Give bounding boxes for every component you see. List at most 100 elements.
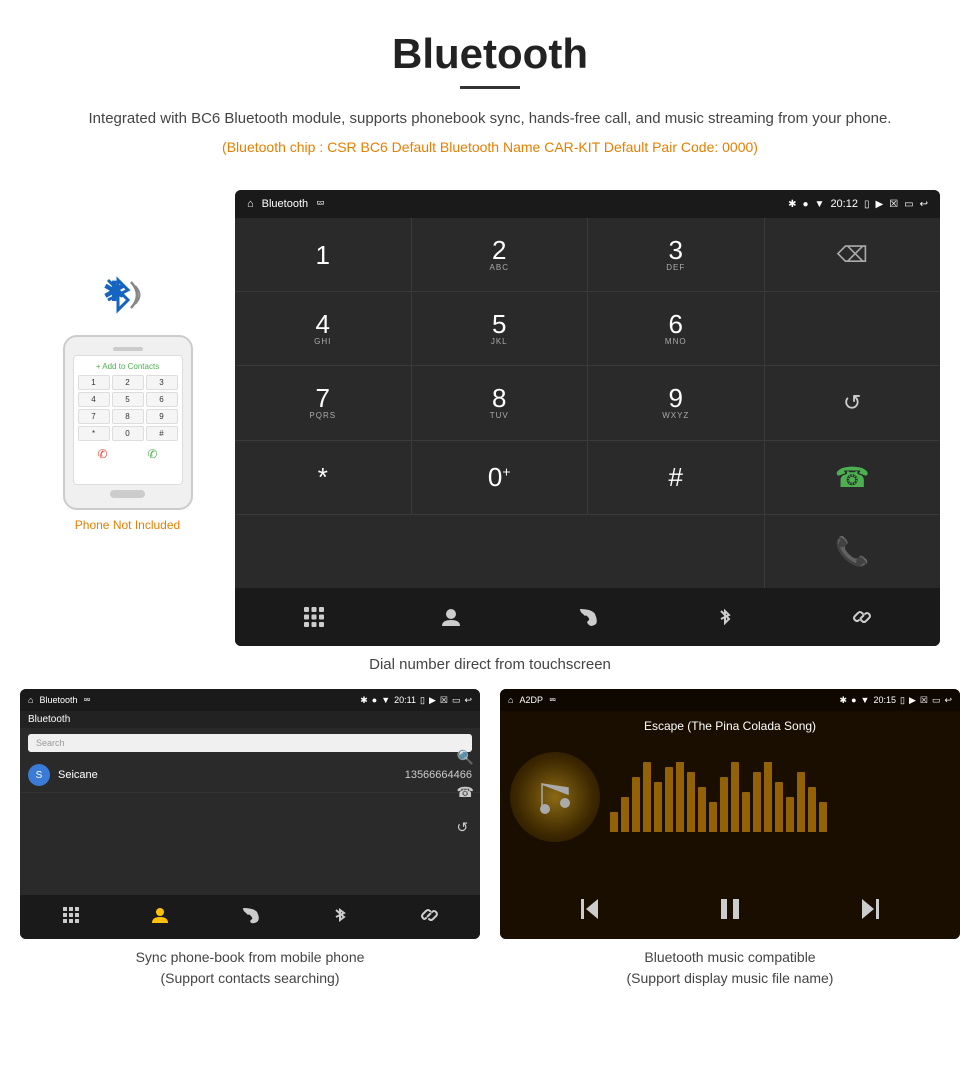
pb-bottom-bar: [20, 895, 480, 939]
pb-grid-icon[interactable]: [62, 906, 80, 929]
dial-key-1[interactable]: 1: [235, 218, 411, 291]
music-controls: [500, 887, 960, 937]
music-block: ⌂ A2DP ⮹ ✱ ● ▼ 20:15 ▯ ▶ ☒ ▭ ↩: [500, 689, 960, 989]
bluetooth-icon-area: ✱: [88, 270, 168, 330]
music-cam-icon: ▯: [900, 695, 905, 706]
eq-bars-container: [610, 762, 950, 832]
dial-key-6[interactable]: 6 MNO: [588, 292, 764, 365]
backspace-icon[interactable]: ⌫: [837, 242, 868, 268]
eq-bar: [731, 762, 739, 832]
pb-contact-initial: S: [36, 770, 43, 781]
pb-home-icon: ⌂: [28, 695, 33, 705]
phone-key-3: 3: [146, 375, 178, 390]
eq-bar: [709, 802, 717, 832]
prev-track-button[interactable]: [576, 895, 604, 929]
dial-key-5[interactable]: 5 JKL: [412, 292, 588, 365]
eq-bar: [621, 797, 629, 832]
dial-key-hash[interactable]: #: [588, 441, 764, 514]
eq-bar: [665, 767, 673, 832]
statusbar-app-name: Bluetooth: [262, 198, 308, 210]
phone-key-0: 0: [112, 426, 144, 441]
pb-title-bar: Bluetooth: [20, 711, 480, 728]
music-x-icon: ☒: [920, 695, 928, 706]
music-loc-icon: ●: [851, 695, 856, 705]
bluetooth-bottom-icon[interactable]: [705, 597, 745, 637]
eq-bar: [797, 772, 805, 832]
music-caption-text: Bluetooth music compatible(Support displ…: [627, 949, 834, 986]
bottom-screens: ⌂ Bluetooth ⮹ ✱ ● ▼ 20:11 ▯ ▶ ☒ ▭ ↩: [0, 689, 980, 1009]
pb-search-placeholder: Search: [36, 738, 65, 748]
dial-key-7[interactable]: 7 PQRS: [235, 366, 411, 439]
pb-phone-side-icon[interactable]: ☎: [457, 784, 474, 801]
music-content: [500, 737, 960, 857]
pb-sig-icon: ▼: [381, 695, 390, 705]
phone-key-6: 6: [146, 392, 178, 407]
pb-contact-row[interactable]: S Seicane 13566664466: [20, 758, 480, 793]
dial-key-star[interactable]: *: [235, 441, 411, 514]
pb-back-icon: ↩: [464, 695, 472, 706]
phone-key-5: 5: [112, 392, 144, 407]
dial-key-redial[interactable]: ↺: [765, 366, 941, 439]
dial-key-empty-2: [765, 292, 941, 365]
phone-end-icon: ✆: [97, 447, 107, 461]
end-call-icon: 📞: [835, 535, 870, 568]
dial-key-8[interactable]: 8 TUV: [412, 366, 588, 439]
pb-link-icon[interactable]: [420, 906, 438, 929]
phone-key-8: 8: [112, 409, 144, 424]
pb-bt-bottom-icon[interactable]: [331, 906, 349, 929]
phone-key-hash: #: [146, 426, 178, 441]
music-statusbar-left: ⌂ A2DP ⮹: [508, 695, 556, 706]
contacts-icon[interactable]: [431, 597, 471, 637]
dialpad-icon[interactable]: [294, 597, 334, 637]
pb-person-icon[interactable]: [151, 906, 169, 929]
pb-loc-icon: ●: [372, 695, 377, 705]
play-pause-button[interactable]: [716, 895, 744, 929]
phone-key-1: 1: [78, 375, 110, 390]
phone-call-icon: ✆: [147, 447, 157, 461]
music-home-icon: ⌂: [508, 695, 513, 705]
next-track-button[interactable]: [856, 895, 884, 929]
usb-icon: ⮹: [316, 198, 325, 211]
home-icon: ⌂: [247, 198, 254, 210]
phone-screen: + Add to Contacts 1 2 3 4 5 6 7 8 9 * 0 …: [73, 355, 183, 485]
pb-app-name: Bluetooth: [39, 695, 77, 705]
pb-statusbar: ⌂ Bluetooth ⮹ ✱ ● ▼ 20:11 ▯ ▶ ☒ ▭ ↩: [20, 689, 480, 711]
eq-bar: [764, 762, 772, 832]
dial-key-2[interactable]: 2 ABC: [412, 218, 588, 291]
dial-statusbar: ⌂ Bluetooth ⮹ ✱ ● ▼ 20:12 ▯ ▶ ☒ ▭ ↩: [235, 190, 940, 218]
music-caption: Bluetooth music compatible(Support displ…: [500, 947, 960, 989]
dial-key-3[interactable]: 3 DEF: [588, 218, 764, 291]
pb-call-icon[interactable]: [241, 906, 259, 929]
eq-bar: [610, 812, 618, 832]
eq-bar: [742, 792, 750, 832]
eq-bar: [643, 762, 651, 832]
eq-bar: [632, 777, 640, 832]
bluetooth-status-icon: ✱: [788, 199, 796, 210]
dial-bottom-bar: [235, 588, 940, 646]
dial-key-call[interactable]: ☎: [765, 441, 941, 514]
music-statusbar: ⌂ A2DP ⮹ ✱ ● ▼ 20:15 ▯ ▶ ☒ ▭ ↩: [500, 689, 960, 711]
dial-key-9[interactable]: 9 WXYZ: [588, 366, 764, 439]
pb-side-icons: 🔍 ☎ ↺: [457, 749, 474, 836]
eq-bar: [654, 782, 662, 832]
eq-bar: [687, 772, 695, 832]
phone-image-block: ✱ + Add to Contacts 1 2 3: [40, 190, 215, 532]
phone-screen-add-contacts: + Add to Contacts: [78, 362, 178, 371]
link-icon[interactable]: [842, 597, 882, 637]
dial-key-4[interactable]: 4 GHI: [235, 292, 411, 365]
dial-key-0[interactable]: 0+: [412, 441, 588, 514]
subtitle: Integrated with BC6 Bluetooth module, su…: [20, 107, 960, 131]
statusbar-right: ✱ ● ▼ 20:12 ▯ ▶ ☒ ▭ ↩: [788, 198, 928, 210]
music-time: 20:15: [873, 695, 896, 705]
pb-win-icon: ▭: [452, 695, 461, 706]
bluetooth-logo-icon: [93, 270, 143, 320]
pb-statusbar-left: ⌂ Bluetooth ⮹: [28, 695, 91, 706]
phone-bottom-bar: ✆ ✆: [78, 447, 178, 461]
music-app-name: A2DP: [519, 695, 543, 705]
dial-key-end[interactable]: 📞: [765, 515, 941, 588]
pb-refresh-side-icon[interactable]: ↺: [457, 819, 474, 836]
dial-keypad-grid: 1 2 ABC 3 DEF ⌫ 4 GHI: [235, 218, 940, 588]
pb-search-input[interactable]: Search: [28, 734, 472, 752]
pb-search-side-icon[interactable]: 🔍: [457, 749, 474, 766]
phone-bottom-icon[interactable]: [568, 597, 608, 637]
